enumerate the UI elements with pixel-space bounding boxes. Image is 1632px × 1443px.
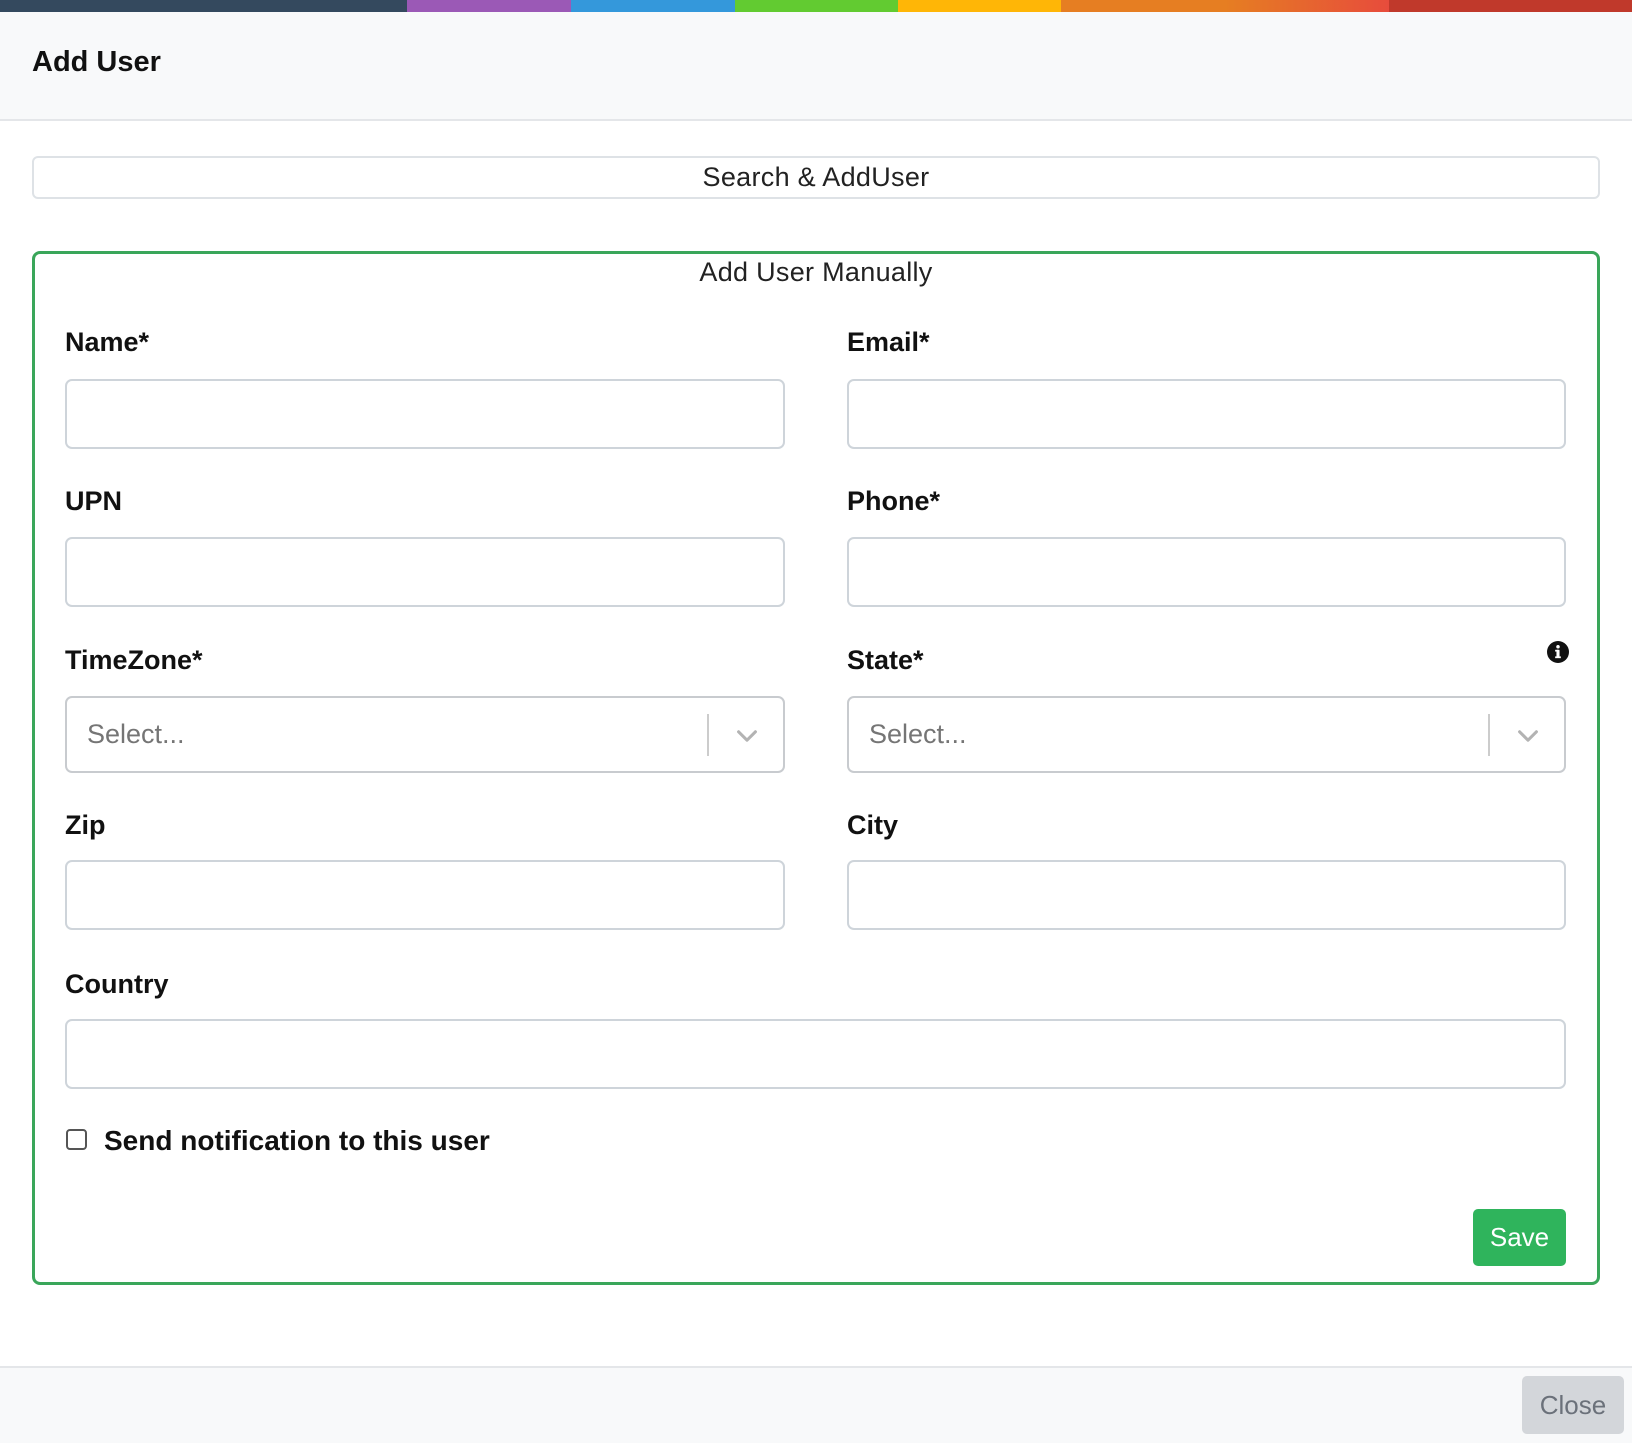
name-input[interactable]: [65, 379, 785, 449]
country-label: Country: [65, 969, 169, 999]
name-label: Name*: [65, 327, 150, 357]
city-label: City: [847, 810, 899, 840]
color-bar-segment: [1061, 0, 1225, 12]
city-input[interactable]: [847, 860, 1566, 930]
email-label: Email*: [847, 327, 930, 357]
modal-title: Add User: [32, 46, 161, 78]
timezone-select-placeholder: Select...: [87, 719, 185, 749]
color-bar-segment: [407, 0, 571, 12]
color-bar-segment: [735, 0, 898, 12]
color-bar-segment: [571, 0, 735, 12]
color-bar-segment: [1389, 0, 1632, 12]
upn-label: UPN: [65, 486, 123, 516]
color-bar-segment: [0, 0, 407, 12]
send-notification-label[interactable]: Send notification to this user: [104, 1125, 490, 1157]
search-add-user-button[interactable]: Search & AddUser: [32, 156, 1600, 199]
zip-input[interactable]: [65, 860, 785, 930]
chevron-down-icon[interactable]: [733, 722, 761, 750]
panel-legend: Add User Manually: [699, 257, 933, 287]
info-circle-icon[interactable]: [1547, 641, 1569, 663]
upn-input[interactable]: [65, 537, 785, 607]
timezone-select[interactable]: Select...: [65, 696, 785, 773]
top-color-bar: [0, 0, 1632, 12]
country-input[interactable]: [65, 1019, 1566, 1089]
color-bar-segment: [1225, 0, 1389, 12]
send-notification-checkbox[interactable]: [66, 1129, 87, 1150]
chevron-down-icon[interactable]: [1514, 722, 1542, 750]
state-label: State*: [847, 645, 924, 675]
zip-label: Zip: [65, 810, 106, 840]
select-separator: [707, 714, 709, 756]
modal-footer: [0, 1366, 1632, 1443]
state-select-placeholder: Select...: [869, 719, 967, 749]
phone-label: Phone*: [847, 486, 941, 516]
timezone-label: TimeZone*: [65, 645, 203, 675]
modal-header: Add User: [0, 12, 1632, 121]
email-input[interactable]: [847, 379, 1566, 449]
state-select[interactable]: Select...: [847, 696, 1566, 773]
close-button[interactable]: Close: [1522, 1376, 1624, 1434]
select-separator: [1488, 714, 1490, 756]
save-button[interactable]: Save: [1473, 1209, 1566, 1266]
color-bar-segment: [898, 0, 1061, 12]
phone-input[interactable]: [847, 537, 1566, 607]
